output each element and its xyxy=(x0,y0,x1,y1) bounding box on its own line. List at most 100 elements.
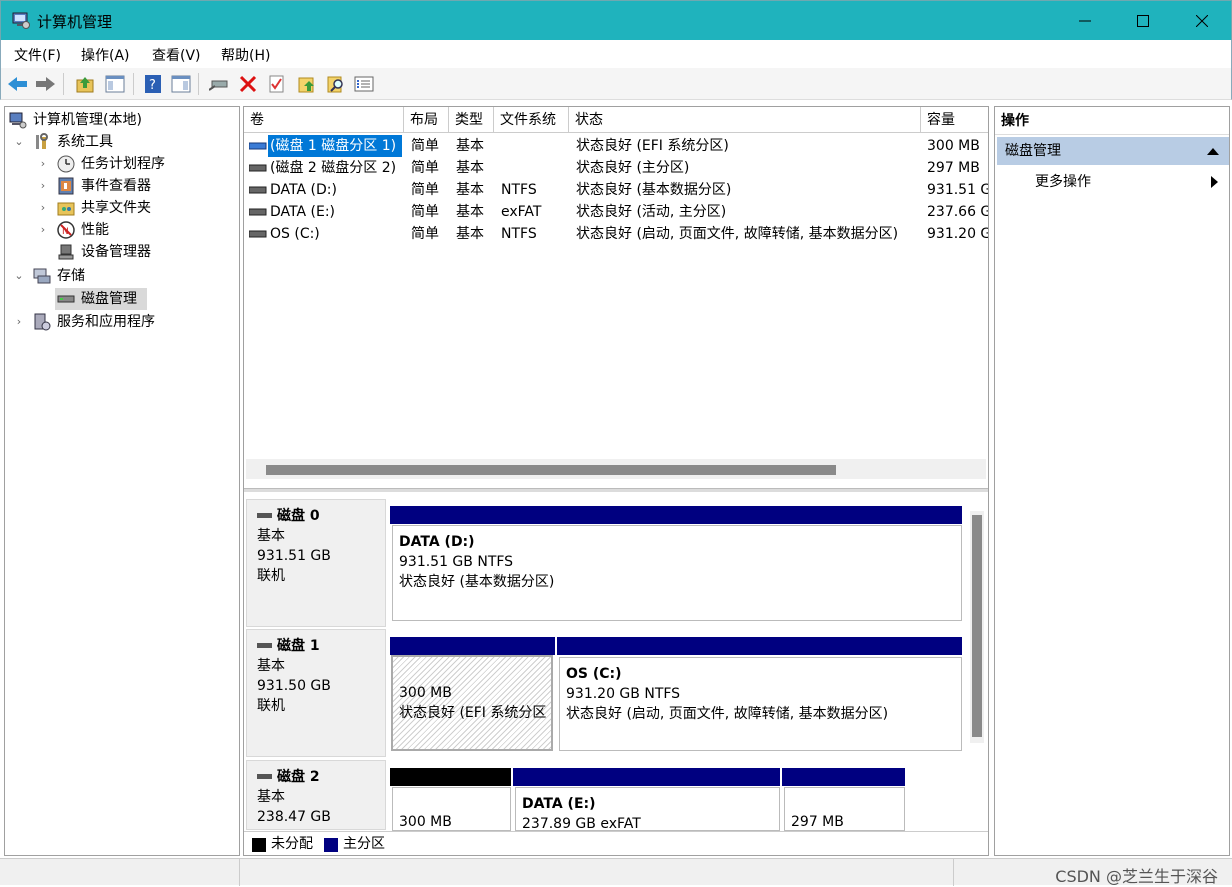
status-segment xyxy=(240,859,954,886)
svg-text:?: ? xyxy=(149,78,156,93)
scrollbar-thumb[interactable] xyxy=(266,465,836,475)
tree-item-storage[interactable]: ⌄ 存储 xyxy=(7,265,237,287)
volume-status: 状态良好 (主分区) xyxy=(576,160,690,176)
menu-view[interactable]: 查看(V) xyxy=(152,45,201,65)
partition-disk2-3[interactable]: 297 MB xyxy=(784,787,905,831)
volume-status: 状态良好 (EFI 系统分区) xyxy=(576,138,729,154)
volume-layout: 简单 xyxy=(411,160,439,176)
title-bar: 计算机管理 xyxy=(0,0,1232,40)
tree-item-root[interactable]: 计算机管理(本地) xyxy=(7,109,237,131)
volume-name: (磁盘 2 磁盘分区 2) xyxy=(270,160,397,176)
tree-item-task-scheduler[interactable]: › 任务计划程序 xyxy=(7,153,237,175)
chevron-right-icon[interactable]: › xyxy=(37,219,49,241)
help-icon: ? xyxy=(145,75,161,93)
event-viewer-icon xyxy=(58,177,74,195)
services-icon xyxy=(34,313,51,331)
up-level-button[interactable] xyxy=(74,73,96,95)
tree-item-event-viewer[interactable]: › 事件查看器 xyxy=(7,175,237,197)
chevron-down-icon[interactable]: ⌄ xyxy=(13,265,25,287)
tree-item-device-manager[interactable]: 设备管理器 xyxy=(7,241,237,263)
tree-item-system-tools[interactable]: ⌄ 系统工具 xyxy=(7,131,237,153)
partition-size: 300 MB xyxy=(399,814,452,830)
volume-capacity: 300 MB xyxy=(927,138,980,154)
check-icon xyxy=(269,75,284,93)
volume-icon xyxy=(249,186,267,194)
volume-status: 状态良好 (启动, 页面文件, 故障转储, 基本数据分区) xyxy=(576,226,899,242)
storage-icon xyxy=(33,268,51,284)
tree-item-performance[interactable]: › N 性能 xyxy=(7,219,237,241)
partition-header-unallocated xyxy=(390,768,511,786)
column-type[interactable]: 类型 xyxy=(449,107,494,133)
actions-section-disk-management[interactable]: 磁盘管理 xyxy=(997,137,1229,165)
disk-2-label[interactable]: 磁盘 2 基本 238.47 GB xyxy=(246,760,386,830)
toolbar: ? xyxy=(0,68,1232,100)
chevron-right-icon[interactable]: › xyxy=(37,153,49,175)
disk-0-label[interactable]: 磁盘 0 基本 931.51 GB 联机 xyxy=(246,499,386,627)
tree-item-services[interactable]: › 服务和应用程序 xyxy=(7,311,237,333)
menu-help[interactable]: 帮助(H) xyxy=(221,45,270,65)
table-row[interactable]: DATA (D:) 简单 基本 NTFS 状态良好 (基本数据分区) 931.5… xyxy=(244,179,989,201)
tree-label: 计算机管理(本地) xyxy=(33,112,142,128)
menu-file[interactable]: 文件(F) xyxy=(14,45,61,65)
horizontal-scrollbar[interactable] xyxy=(246,459,986,479)
list-icon xyxy=(354,76,374,92)
forward-button[interactable] xyxy=(35,73,57,95)
menu-action[interactable]: 操作(A) xyxy=(81,45,130,65)
help-button[interactable]: ? xyxy=(142,73,164,95)
more-actions[interactable]: 更多操作 xyxy=(1035,171,1091,193)
table-row[interactable]: DATA (E:) 简单 基本 exFAT 状态良好 (活动, 主分区) 237… xyxy=(244,201,989,223)
tree-item-disk-management[interactable]: 磁盘管理 xyxy=(55,288,147,310)
vertical-scrollbar[interactable] xyxy=(970,511,984,743)
column-volume[interactable]: 卷 xyxy=(244,107,404,133)
column-capacity[interactable]: 容量 xyxy=(921,107,988,133)
table-row[interactable]: (磁盘 1 磁盘分区 1) 简单 基本 状态良好 (EFI 系统分区) 300 … xyxy=(244,135,988,157)
partition-size: 931.20 GB NTFS xyxy=(566,686,681,702)
volume-fs: NTFS xyxy=(501,226,537,242)
partition-data-e[interactable]: DATA (E:) 237.89 GB exFAT xyxy=(515,787,780,831)
status-segment xyxy=(0,859,240,886)
properties-button[interactable] xyxy=(266,73,288,95)
disk-1-label[interactable]: 磁盘 1 基本 931.50 GB 联机 xyxy=(246,629,386,757)
close-button[interactable] xyxy=(1173,1,1231,41)
tree-item-shared-folders[interactable]: › 共享文件夹 xyxy=(7,197,237,219)
chevron-down-icon[interactable]: ⌄ xyxy=(13,131,25,153)
partition-disk2-1[interactable]: 300 MB xyxy=(392,787,511,831)
volume-type: 基本 xyxy=(456,160,484,176)
table-row[interactable]: (磁盘 2 磁盘分区 2) 简单 基本 状态良好 (主分区) 297 MB xyxy=(244,157,988,179)
delete-button[interactable] xyxy=(237,73,259,95)
clock-icon xyxy=(57,155,75,173)
chevron-right-icon[interactable]: › xyxy=(37,197,49,219)
maximize-icon xyxy=(1137,15,1149,27)
minimize-button[interactable] xyxy=(1056,1,1114,41)
chevron-right-icon[interactable]: › xyxy=(37,175,49,197)
partition-efi[interactable]: 300 MB 状态良好 (EFI 系统分区 xyxy=(391,655,553,751)
pane-splitter[interactable] xyxy=(244,488,988,492)
collapse-up-icon[interactable] xyxy=(1207,148,1219,155)
tree-label: 任务计划程序 xyxy=(81,156,165,172)
computer-management-icon xyxy=(9,112,27,129)
volume-status: 状态良好 (活动, 主分区) xyxy=(576,204,727,220)
connect-drive-button[interactable] xyxy=(208,73,230,95)
partition-os-c[interactable]: OS (C:) 931.20 GB NTFS 状态良好 (启动, 页面文件, 故… xyxy=(559,657,962,751)
partition-data-d[interactable]: DATA (D:) 931.51 GB NTFS 状态良好 (基本数据分区) xyxy=(392,525,962,621)
volume-capacity: 237.66 G xyxy=(927,204,989,220)
scrollbar-thumb[interactable] xyxy=(972,515,982,737)
chevron-right-icon[interactable]: › xyxy=(13,311,25,333)
show-hide-tree-button[interactable] xyxy=(104,73,126,95)
volume-fs: exFAT xyxy=(501,204,542,220)
list-button[interactable] xyxy=(353,73,375,95)
show-hide-action-pane-button[interactable] xyxy=(170,73,192,95)
column-layout[interactable]: 布局 xyxy=(404,107,449,133)
partition-title: DATA (D:) xyxy=(399,534,475,550)
export-button[interactable] xyxy=(296,73,318,95)
section-label: 磁盘管理 xyxy=(1005,143,1061,159)
column-status[interactable]: 状态 xyxy=(569,107,921,133)
table-row[interactable]: OS (C:) 简单 基本 NTFS 状态良好 (启动, 页面文件, 故障转储,… xyxy=(244,223,988,245)
svg-text:N: N xyxy=(62,227,69,237)
column-filesystem[interactable]: 文件系统 xyxy=(494,107,569,133)
find-button[interactable] xyxy=(325,73,347,95)
maximize-button[interactable] xyxy=(1114,1,1172,41)
back-button[interactable] xyxy=(7,73,29,95)
volume-capacity: 931.51 G xyxy=(927,182,989,198)
up-folder-icon xyxy=(76,77,94,93)
